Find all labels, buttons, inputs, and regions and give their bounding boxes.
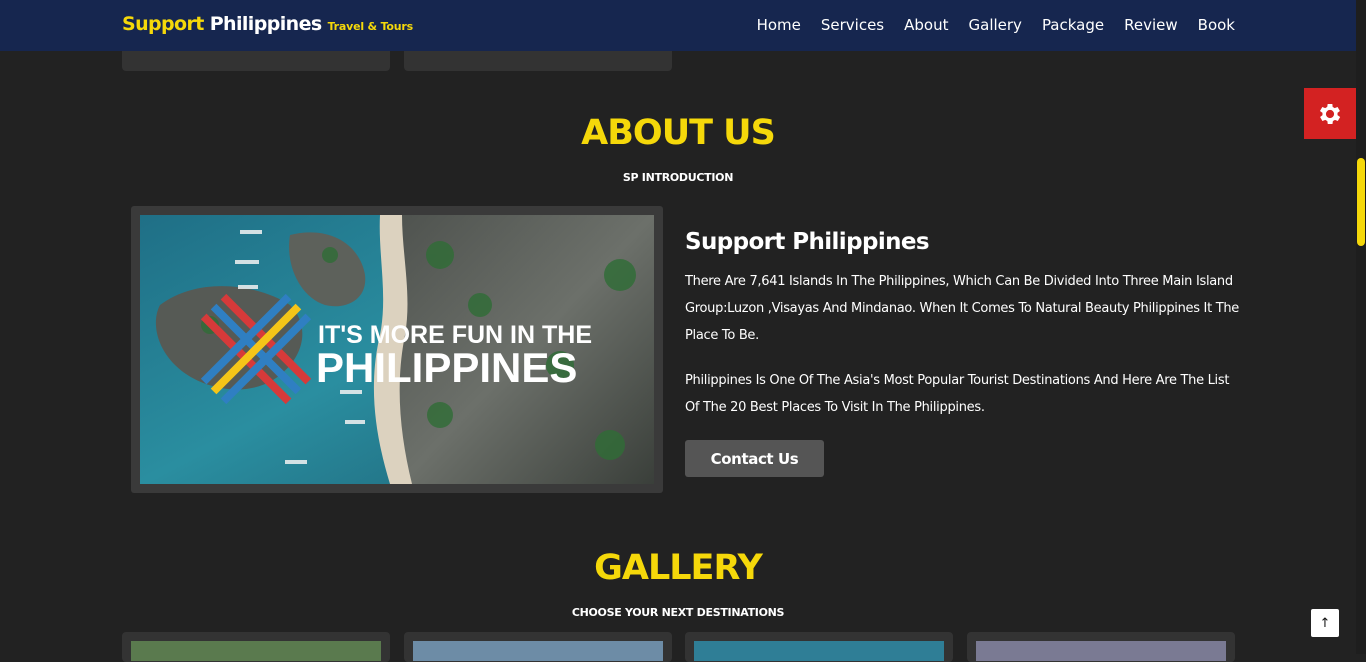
arrow-up-icon: ↑ xyxy=(1319,615,1331,631)
nav-menu: Home Services About Gallery Package Revi… xyxy=(757,16,1235,34)
gallery-thumbnail xyxy=(976,641,1226,661)
scrollbar-track[interactable] xyxy=(1356,0,1366,654)
brand-tagline: Travel & Tours xyxy=(327,20,414,33)
about-heading: ABOUT US xyxy=(581,113,776,153)
about-paragraph-1: There Are 7,641 Islands In The Philippin… xyxy=(685,274,1239,343)
brand-part2: Philippines xyxy=(209,13,322,35)
scroll-to-top-button[interactable]: ↑ xyxy=(1311,609,1339,637)
gallery-card[interactable] xyxy=(404,632,672,662)
nav-review[interactable]: Review xyxy=(1124,16,1178,34)
about-image-frame: IT'S MORE FUN IN THE PHILIPPINES xyxy=(131,206,663,493)
nav-services[interactable]: Services xyxy=(821,16,884,34)
image-slogan-line2: PHILIPPINES xyxy=(316,344,577,391)
gallery-subheading: CHOOSE YOUR NEXT DESTINATIONS xyxy=(571,606,785,619)
gallery-heading: GALLERY xyxy=(594,548,763,588)
gallery-card[interactable] xyxy=(685,632,953,662)
brand-logo[interactable]: Support Philippines Travel & Tours xyxy=(122,13,413,35)
gallery-thumbnail xyxy=(694,641,944,661)
nav-about[interactable]: About xyxy=(904,16,948,34)
about-photo: IT'S MORE FUN IN THE PHILIPPINES xyxy=(140,215,654,484)
service-card xyxy=(122,51,390,71)
about-title: Support Philippines xyxy=(685,229,930,255)
navbar: Support Philippines Travel & Tours Home … xyxy=(0,0,1356,51)
gallery-thumbnail xyxy=(413,641,663,661)
contact-us-button[interactable]: Contact Us xyxy=(685,440,824,477)
settings-button[interactable] xyxy=(1304,88,1356,139)
nav-book[interactable]: Book xyxy=(1198,16,1235,34)
gallery-thumbnail xyxy=(131,641,381,661)
scrollbar-thumb[interactable] xyxy=(1357,158,1365,246)
about-paragraph-2: Philippines Is One Of The Asia's Most Po… xyxy=(685,373,1230,415)
service-card xyxy=(404,51,672,71)
gallery-card[interactable] xyxy=(967,632,1235,662)
nav-home[interactable]: Home xyxy=(757,16,801,34)
gear-icon xyxy=(1319,103,1341,124)
gallery-card[interactable] xyxy=(122,632,390,662)
philippines-aerial-image: IT'S MORE FUN IN THE PHILIPPINES xyxy=(140,215,654,484)
nav-package[interactable]: Package xyxy=(1042,16,1104,34)
nav-gallery[interactable]: Gallery xyxy=(969,16,1022,34)
about-subheading: SP INTRODUCTION xyxy=(622,171,734,184)
brand-part1: Support xyxy=(122,13,204,35)
